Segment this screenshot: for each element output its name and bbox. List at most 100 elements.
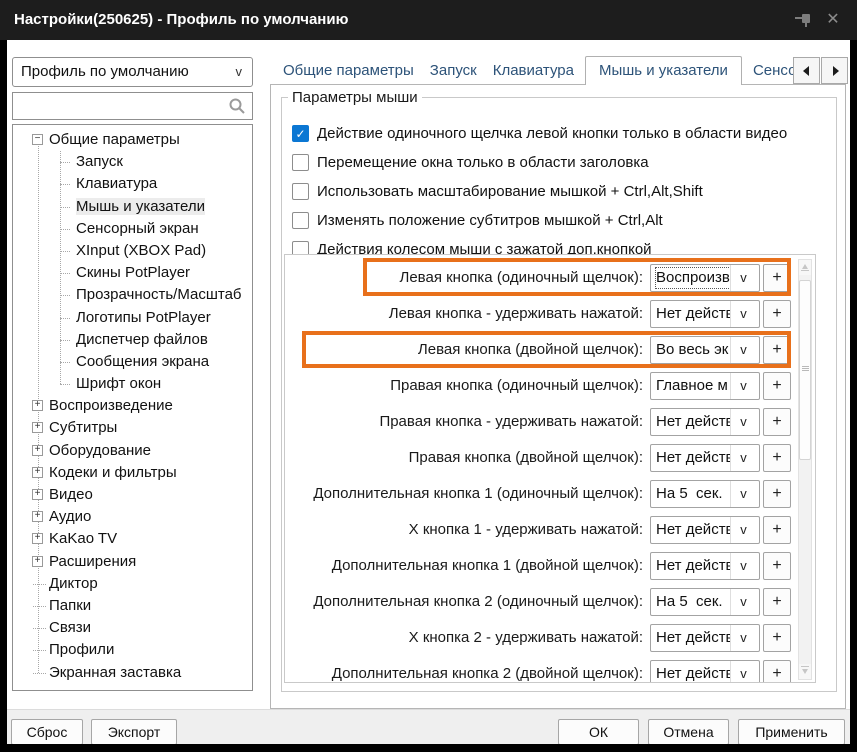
tree-item-12[interactable]: + Воспроизведение	[13, 395, 252, 417]
add-action-button-5[interactable]: +	[763, 444, 791, 472]
checked-checkbox[interactable]: ✓	[292, 124, 309, 142]
window-title: Настройки(250625) - Профиль по умолчанию	[14, 11, 349, 28]
add-action-button-2[interactable]: +	[763, 336, 791, 364]
export-button[interactable]: Экспорт	[91, 719, 177, 745]
add-action-button-3[interactable]: +	[763, 372, 791, 400]
expand-icon[interactable]: +	[32, 555, 43, 567]
tab-launch[interactable]: Запуск	[422, 57, 485, 85]
unchecked-checkbox[interactable]	[292, 153, 309, 171]
unchecked-checkbox[interactable]	[292, 211, 309, 229]
tree-item-label: Субтитры	[49, 419, 118, 437]
mouse-action-label: Левая кнопка (двойной щелчок):	[417, 341, 643, 358]
checkbox-row-1[interactable]: Перемещение окна только в области заголо…	[292, 152, 649, 172]
action-dropdown-8[interactable]: Нет действ v	[650, 552, 760, 580]
tree-item-10[interactable]: Сообщения экрана	[13, 351, 252, 373]
tab-keyboard[interactable]: Клавиатура	[485, 57, 582, 85]
tree-item-21[interactable]: Папки	[13, 595, 252, 617]
tree-item-8[interactable]: Логотипы PotPlayer	[13, 307, 252, 329]
reset-button[interactable]: Сброс	[11, 719, 83, 745]
dropdown-value: Нет действ	[656, 449, 730, 466]
tree-item-11[interactable]: Шрифт окон	[13, 373, 252, 395]
tree-item-13[interactable]: + Субтитры	[13, 417, 252, 439]
add-action-button-8[interactable]: +	[763, 552, 791, 580]
pin-icon[interactable]	[793, 12, 813, 28]
expand-icon[interactable]: +	[32, 444, 43, 456]
cancel-button[interactable]: Отмена	[648, 719, 729, 745]
footer-bar: Сброс Экспорт ОК Отмена Применить	[7, 709, 850, 745]
action-dropdown-5[interactable]: Нет действ v	[650, 444, 760, 472]
tree-item-14[interactable]: + Оборудование	[13, 440, 252, 462]
profile-select[interactable]: Профиль по умолчанию v	[12, 57, 253, 87]
ok-button[interactable]: ОК	[558, 719, 639, 745]
collapse-icon[interactable]: −	[32, 134, 43, 145]
action-dropdown-10[interactable]: Нет действ v	[650, 624, 760, 652]
add-action-button-10[interactable]: +	[763, 624, 791, 652]
action-dropdown-7[interactable]: Нет действ v	[650, 516, 760, 544]
tree-item-5[interactable]: XInput (XBOX Pad)	[13, 240, 252, 262]
expand-icon[interactable]: +	[32, 511, 43, 523]
tree-item-2[interactable]: Клавиатура	[13, 173, 252, 195]
checkbox-row-2[interactable]: Использовать масштабирование мышкой + Ct…	[292, 181, 703, 201]
add-action-button-0[interactable]: +	[763, 264, 791, 292]
tree-item-24[interactable]: Экранная заставка	[13, 662, 252, 684]
action-dropdown-4[interactable]: Нет действ v	[650, 408, 760, 436]
checkbox-row-3[interactable]: Изменять положение субтитров мышкой + Ct…	[292, 210, 663, 230]
tab-general[interactable]: Общие параметры	[275, 57, 422, 85]
tab-scroll-right-button[interactable]	[821, 57, 848, 84]
tree-item-label: Прозрачность/Масштаб	[76, 286, 242, 304]
settings-tree: − Общие параметры Запуск Клавиатура Мышь и у…	[12, 124, 253, 691]
action-dropdown-6[interactable]: На 5 сек. v	[650, 480, 760, 508]
tree-item-17[interactable]: + Аудио	[13, 506, 252, 528]
tree-item-7[interactable]: Прозрачность/Масштаб	[13, 284, 252, 306]
add-action-button-11[interactable]: +	[763, 660, 791, 682]
action-dropdown-3[interactable]: Главное мv	[650, 372, 760, 400]
action-dropdown-0[interactable]: Воспроизв v	[650, 264, 760, 292]
tree-item-23[interactable]: Профили	[13, 639, 252, 661]
mouse-action-label: X кнопка 1 - удерживать нажатой:	[408, 521, 643, 538]
titlebar[interactable]: Настройки(250625) - Профиль по умолчанию…	[0, 0, 857, 40]
dropdown-value: Нет действ	[656, 305, 730, 322]
action-dropdown-9[interactable]: На 5 сек. v	[650, 588, 760, 616]
tree-item-19[interactable]: + Расширения	[13, 551, 252, 573]
tree-item-label: Запуск	[76, 153, 123, 171]
tree-item-6[interactable]: Скины PotPlayer	[13, 262, 252, 284]
tree-item-18[interactable]: + KaKao TV	[13, 528, 252, 550]
tree-item-label: Сенсорный экран	[76, 219, 199, 237]
tree-item-20[interactable]: Диктор	[13, 573, 252, 595]
tree-item-0[interactable]: − Общие параметры	[13, 129, 252, 151]
tab-bar: Общие параметры Запуск Клавиатура Мышь и ук…	[270, 55, 846, 85]
add-action-button-7[interactable]: +	[763, 516, 791, 544]
checkbox-label: Перемещение окна только в области заголо…	[317, 153, 649, 171]
expand-icon[interactable]: +	[32, 400, 43, 412]
tab-mouse[interactable]: Мышь и указатели	[584, 56, 742, 85]
expand-icon[interactable]: +	[32, 533, 43, 545]
tree-item-3[interactable]: Мышь и указатели	[13, 196, 252, 218]
tree-item-4[interactable]: Сенсорный экран	[13, 218, 252, 240]
expand-icon[interactable]: +	[32, 422, 43, 434]
action-dropdown-2[interactable]: Во весь эк v	[650, 336, 760, 364]
add-action-button-9[interactable]: +	[763, 588, 791, 616]
expand-icon[interactable]: +	[32, 489, 43, 500]
apply-button[interactable]: Применить	[738, 719, 845, 745]
tree-item-16[interactable]: + Видео	[13, 484, 252, 506]
unchecked-checkbox[interactable]	[292, 182, 309, 200]
action-dropdown-11[interactable]: Нет действ v	[650, 660, 760, 682]
tree-item-9[interactable]: Диспетчер файлов	[13, 329, 252, 351]
close-icon[interactable]: ✕	[823, 9, 843, 31]
chevron-down-icon: v	[730, 409, 756, 435]
add-action-button-1[interactable]: +	[763, 300, 791, 328]
checkbox-row-0[interactable]: ✓ Действие одиночного щелчка левой кнопки…	[292, 123, 787, 143]
action-dropdown-1[interactable]: Нет действ v	[650, 300, 760, 328]
add-action-button-6[interactable]: +	[763, 480, 791, 508]
tree-item-label: Профили	[49, 641, 115, 659]
search-input[interactable]	[17, 95, 217, 117]
tree-item-15[interactable]: + Кодеки и фильтры	[13, 462, 252, 484]
add-action-button-4[interactable]: +	[763, 408, 791, 436]
tree-item-22[interactable]: Связи	[13, 617, 252, 639]
expand-icon[interactable]: +	[32, 466, 43, 478]
tab-scroll-left-button[interactable]	[793, 57, 820, 84]
tree-item-label: Диктор	[49, 574, 98, 592]
chevron-down-icon: v	[730, 517, 756, 543]
mouse-action-row-1: Левая кнопка - удерживать нажатой: Нет де…	[285, 300, 815, 328]
tree-item-1[interactable]: Запуск	[13, 151, 252, 173]
